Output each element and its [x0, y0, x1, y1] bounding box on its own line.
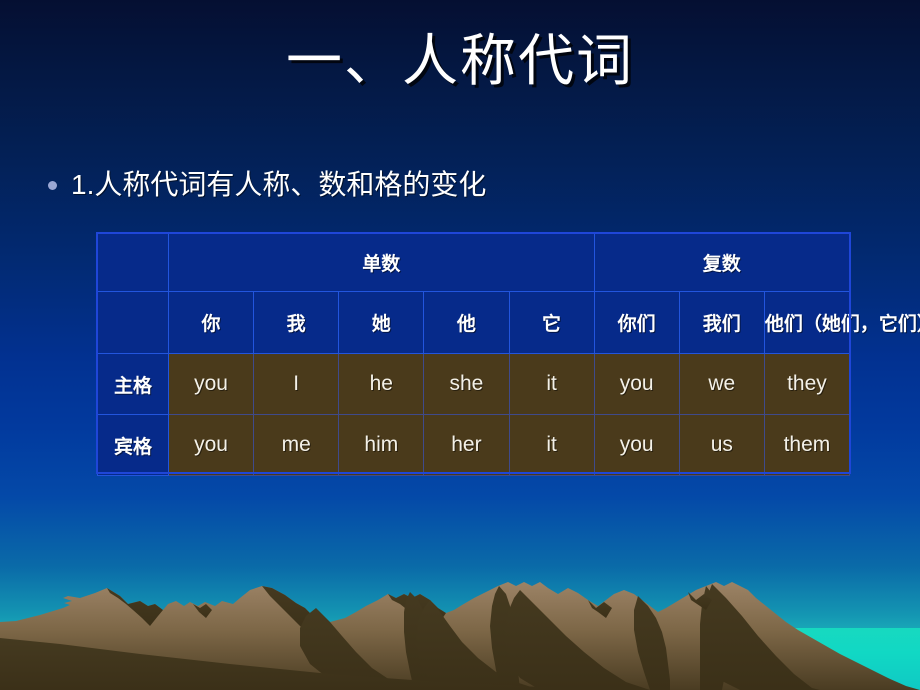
cell-objective-5: you — [593, 414, 680, 476]
personal-pronoun-table: 单数 复数 你 我 她 他 它 你们 我们 他们（她们，它们） 主格 you I… — [97, 233, 920, 476]
cell-objective-6: us — [678, 414, 765, 476]
cell-subjective-6: we — [678, 353, 765, 415]
cell-objective-7: them — [763, 414, 851, 476]
page-title: 一、人称代词 — [286, 31, 634, 93]
table-header-plural: 复数 — [593, 233, 851, 292]
cell-subjective-1: I — [253, 353, 340, 415]
cell-subjective-2: he — [338, 353, 425, 415]
table-row-group-header: 单数 复数 — [97, 233, 851, 292]
cell-objective-1: me — [253, 414, 340, 476]
table-header-person-6: 我们 — [678, 291, 765, 354]
cell-subjective-3: she — [423, 353, 510, 415]
table-header-person-7: 他们（她们，它们） — [763, 291, 920, 354]
table-header-person-2: 她 — [338, 291, 425, 354]
cell-subjective-0: you — [167, 353, 255, 415]
table-corner-cell — [97, 233, 169, 292]
cell-subjective-5: you — [593, 353, 680, 415]
table-header-person-3: 他 — [423, 291, 510, 354]
table-row-label-subjective: 主格 — [97, 353, 169, 415]
cell-subjective-4: it — [508, 353, 595, 415]
cell-objective-2: him — [338, 414, 425, 476]
cell-objective-0: you — [167, 414, 255, 476]
table-header-person-1: 我 — [253, 291, 340, 354]
cell-objective-4: it — [508, 414, 595, 476]
table-header-person-4: 它 — [508, 291, 595, 354]
mountain-range-graphic — [0, 582, 920, 690]
bullet-item-label: 1.人称代词有人称、数和格的变化 — [71, 169, 487, 200]
bullet-dot-icon — [48, 180, 57, 190]
cell-subjective-7: they — [763, 353, 851, 415]
table-row: 主格 you I he she it you we they — [97, 353, 851, 415]
table-row-person-header: 你 我 她 他 它 你们 我们 他们（她们，它们） — [97, 291, 920, 354]
bullet-item: 1.人称代词有人称、数和格的变化 — [48, 163, 486, 203]
table-header-person-5: 你们 — [593, 291, 680, 354]
presentation-slide: 一、人称代词 1.人称代词有人称、数和格的变化 单数 复数 你 我 她 他 它 … — [0, 0, 920, 690]
table-row: 宾格 you me him her it you us them — [97, 414, 851, 476]
table-row-label-objective: 宾格 — [97, 414, 169, 476]
table-header-singular: 单数 — [168, 233, 595, 292]
cell-objective-3: her — [423, 414, 510, 476]
table-header-person-0: 你 — [167, 291, 255, 354]
table-corner-cell-2 — [97, 291, 169, 354]
